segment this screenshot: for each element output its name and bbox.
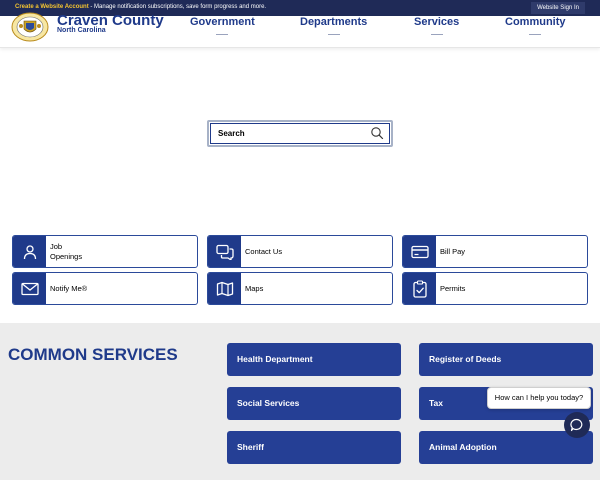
quick-link-maps[interactable]: Maps <box>207 272 393 305</box>
map-icon <box>208 273 241 304</box>
search-input[interactable] <box>218 126 368 140</box>
search-icon[interactable] <box>370 126 384 140</box>
nav-community[interactable]: Community <box>505 16 566 35</box>
nav-departments-indicator <box>327 34 340 35</box>
quick-link-job-openings[interactable]: Job Openings <box>12 235 198 268</box>
service-sheriff[interactable]: Sheriff <box>227 431 401 464</box>
site-subtitle: North Carolina <box>57 27 106 34</box>
quick-link-notify-me[interactable]: Notify Me® <box>12 272 198 305</box>
credit-card-icon <box>403 236 436 267</box>
common-services-heading: COMMON SERVICES <box>8 345 178 364</box>
nav-services[interactable]: Services <box>414 16 460 35</box>
create-account-link[interactable]: Create a Website Account <box>15 4 89 10</box>
nav-community-indicator <box>529 34 542 35</box>
service-register-of-deeds[interactable]: Register of Deeds <box>419 343 593 376</box>
quick-link-contact-us[interactable]: Contact Us <box>207 235 393 268</box>
service-health-department[interactable]: Health Department <box>227 343 401 376</box>
nav-services-label: Services <box>414 16 460 28</box>
nav-government-label: Government <box>190 16 255 28</box>
quick-link-bill-pay[interactable]: Bill Pay <box>402 235 588 268</box>
nav-services-indicator <box>430 34 443 35</box>
quick-link-label: Maps <box>245 283 264 293</box>
quick-link-permits[interactable]: Permits <box>402 272 588 305</box>
nav-departments[interactable]: Departments <box>300 16 368 35</box>
service-animal-adoption[interactable]: Animal Adoption <box>419 431 593 464</box>
quick-link-label: Permits <box>440 283 466 293</box>
site-search <box>207 120 393 147</box>
site-header: Craven County North Carolina Government … <box>0 12 600 48</box>
chat-icon <box>570 418 583 432</box>
nav-government-indicator <box>216 34 229 35</box>
clipboard-icon <box>403 273 436 304</box>
nav-government[interactable]: Government <box>190 16 255 35</box>
chat-prompt-bubble[interactable]: How can I help you today? <box>487 387 591 409</box>
account-message: Create a Website Account - Manage notifi… <box>15 4 266 10</box>
county-seal-logo[interactable] <box>11 12 49 42</box>
account-message-text: - Manage notification subscriptions, sav… <box>88 4 267 10</box>
sign-in-button[interactable]: Website Sign In <box>531 2 585 14</box>
quick-link-label: Job Openings <box>50 241 83 261</box>
quick-link-label: Bill Pay <box>440 246 466 256</box>
service-social-services[interactable]: Social Services <box>227 387 401 420</box>
nav-community-label: Community <box>505 16 566 28</box>
quick-link-label: Contact Us <box>245 246 283 256</box>
envelope-icon <box>13 273 46 304</box>
person-icon <box>13 236 46 267</box>
nav-departments-label: Departments <box>300 16 368 28</box>
chat-bubbles-icon <box>208 236 241 267</box>
quick-link-label: Notify Me® <box>50 283 88 293</box>
chat-launcher-button[interactable] <box>564 412 590 438</box>
